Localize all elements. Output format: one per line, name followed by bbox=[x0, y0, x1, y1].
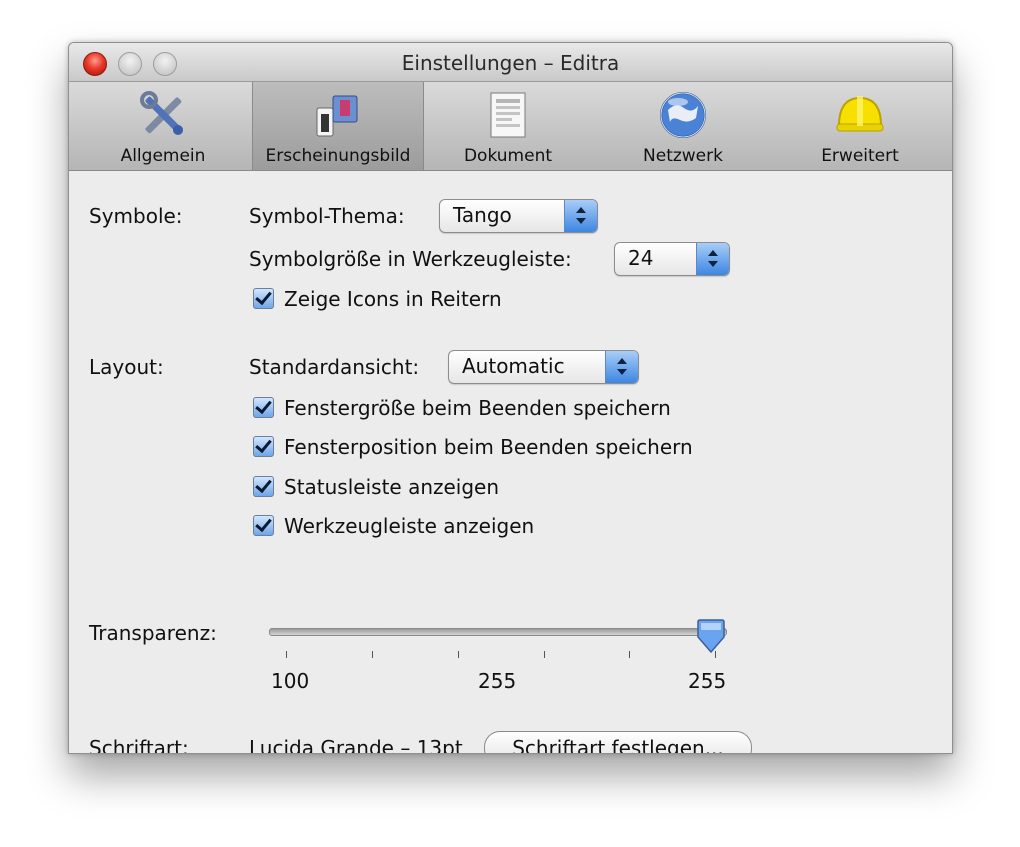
appearance-pane: Symbole: Symbol-Thema: Tango Symbolgröße… bbox=[69, 171, 952, 753]
transparency-slider-knob[interactable] bbox=[695, 619, 727, 655]
popup-arrows-icon bbox=[696, 243, 729, 275]
save-window-size-checkbox[interactable] bbox=[253, 397, 274, 418]
appearance-icon bbox=[316, 95, 358, 137]
document-icon bbox=[490, 92, 526, 138]
default-view-value: Automatic bbox=[462, 354, 565, 378]
window-title: Einstellungen – Editra bbox=[401, 51, 620, 75]
slider-tick bbox=[544, 651, 545, 658]
font-label: Schriftart: bbox=[89, 736, 189, 754]
slider-tick bbox=[715, 651, 716, 658]
section-label-symbole: Symbole: bbox=[89, 204, 183, 228]
transparency-min-label: 100 bbox=[271, 669, 310, 693]
toolbar-label: Dokument bbox=[463, 146, 553, 166]
section-label-layout: Layout: bbox=[89, 355, 164, 379]
default-view-label: Standardansicht: bbox=[249, 355, 420, 379]
show-icons-label: Zeige Icons in Reitern bbox=[284, 287, 502, 311]
toolbar-item-erscheinungsbild[interactable]: Erscheinungsbild bbox=[252, 82, 424, 170]
transparency-mid-label: 255 bbox=[478, 669, 517, 693]
slider-tick bbox=[286, 651, 287, 658]
preferences-window: Einstellungen – Editra Allgemein Erschei… bbox=[68, 42, 953, 754]
popup-arrows-icon bbox=[564, 200, 597, 232]
preferences-toolbar: Allgemein Erscheinungsbild Dokument Netz… bbox=[69, 82, 952, 171]
globe-icon bbox=[660, 92, 706, 138]
symbol-size-label: Symbolgröße in Werkzeugleiste: bbox=[249, 247, 572, 271]
slider-tick bbox=[629, 651, 630, 658]
slider-tick bbox=[372, 651, 373, 658]
show-toolbar-label: Werkzeugleiste anzeigen bbox=[284, 514, 535, 538]
toolbar-label: Allgemein bbox=[120, 146, 206, 166]
transparency-max-label: 255 bbox=[688, 669, 727, 693]
save-window-position-checkbox[interactable] bbox=[253, 436, 274, 457]
font-value: Lucida Grande – 13pt bbox=[249, 736, 463, 754]
slider-tick bbox=[458, 651, 459, 658]
default-view-popup[interactable]: Automatic bbox=[448, 350, 639, 384]
transparency-slider-track[interactable] bbox=[269, 628, 727, 636]
tools-icon bbox=[140, 91, 183, 135]
toolbar-item-dokument[interactable]: Dokument bbox=[423, 82, 593, 170]
symbol-theme-popup[interactable]: Tango bbox=[439, 199, 598, 233]
save-window-position-label: Fensterposition beim Beenden speichern bbox=[284, 435, 693, 459]
toolbar-label: Erweitert bbox=[821, 146, 899, 166]
show-icons-checkbox[interactable] bbox=[253, 288, 274, 309]
symbol-theme-value: Tango bbox=[453, 203, 512, 227]
symbol-size-popup[interactable]: 24 bbox=[614, 242, 730, 276]
toolbar-item-netzwerk[interactable]: Netzwerk bbox=[595, 82, 771, 170]
title-bar[interactable]: Einstellungen – Editra bbox=[69, 43, 952, 82]
symbol-size-value: 24 bbox=[628, 246, 654, 270]
toolbar-item-allgemein[interactable]: Allgemein bbox=[75, 82, 251, 170]
popup-arrows-icon bbox=[605, 351, 638, 383]
show-statusbar-label: Statusleiste anzeigen bbox=[284, 475, 500, 499]
hardhat-icon bbox=[836, 96, 884, 132]
toolbar-item-erweitert[interactable]: Erweitert bbox=[772, 82, 948, 170]
toolbar-label: Erscheinungsbild bbox=[265, 146, 411, 166]
save-window-size-label: Fenstergröße beim Beenden speichern bbox=[284, 396, 671, 420]
show-statusbar-checkbox[interactable] bbox=[253, 476, 274, 497]
toolbar-label: Netzwerk bbox=[643, 146, 723, 166]
transparency-label: Transparenz: bbox=[89, 621, 217, 645]
set-font-button[interactable]: Schriftart festlegen... bbox=[484, 731, 752, 753]
symbol-theme-label: Symbol-Thema: bbox=[249, 204, 405, 228]
show-toolbar-checkbox[interactable] bbox=[253, 515, 274, 536]
